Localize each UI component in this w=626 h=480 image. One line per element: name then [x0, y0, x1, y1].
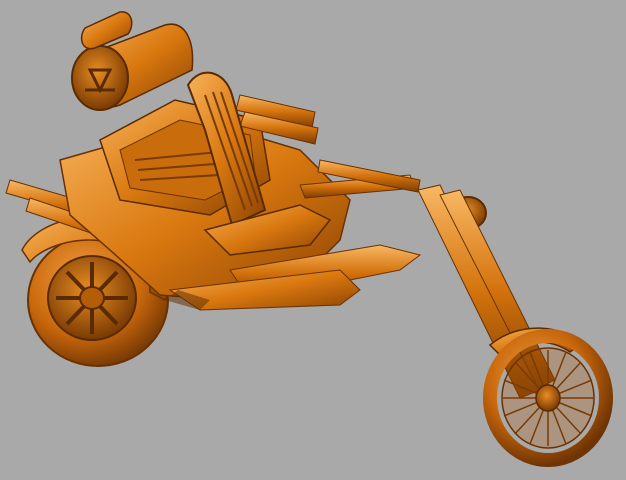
front-wheel	[483, 329, 613, 467]
trike-render-canvas	[0, 0, 626, 480]
